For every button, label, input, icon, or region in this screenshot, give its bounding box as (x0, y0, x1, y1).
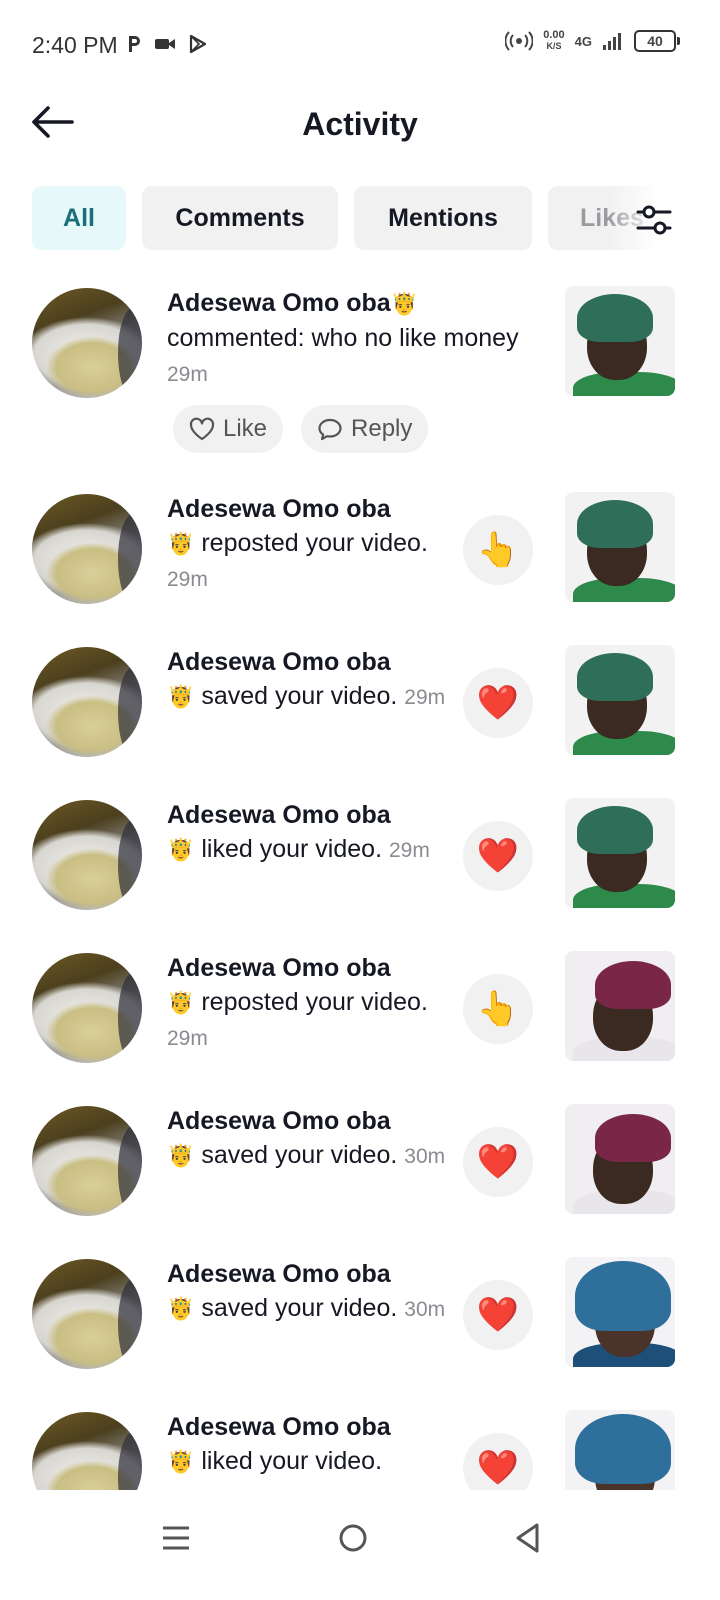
avatar[interactable] (32, 1106, 142, 1216)
status-time: 2:40 PM (32, 32, 118, 58)
signal-icon (603, 33, 621, 50)
heart-icon: ❤️ (463, 1127, 533, 1197)
list-item[interactable]: Adesewa Omo oba 🤴 saved your video. 30m ❤️ (0, 1253, 720, 1406)
list-item[interactable]: Adesewa Omo oba 🤴 liked your video. 29m ❤️ (0, 794, 720, 947)
avatar[interactable] (32, 494, 142, 604)
crown-emoji: 🤴 (167, 1143, 195, 1168)
activity-text: liked your video. (201, 835, 383, 863)
activity-text: saved your video. (201, 682, 398, 710)
activity-text: reposted your video. (201, 988, 428, 1016)
net-speed: 0.00 K/S (543, 29, 565, 52)
activity-time: 30m (404, 1298, 446, 1321)
tab-comments[interactable]: Comments (142, 186, 338, 250)
repost-hand-icon: 👆 (463, 974, 533, 1044)
activity-text: liked your video. (201, 1447, 383, 1475)
video-thumbnail[interactable] (565, 1257, 675, 1367)
heart-icon: ❤️ (463, 668, 533, 738)
crown-emoji: 🤴 (167, 990, 195, 1015)
tab-mentions[interactable]: Mentions (354, 186, 532, 250)
username[interactable]: Adesewa Omo oba (167, 645, 457, 679)
play-store-icon (189, 34, 207, 54)
hotspot-icon (505, 31, 534, 51)
heart-outline-icon (189, 417, 215, 441)
avatar[interactable] (32, 800, 142, 910)
network-type: 4G (574, 33, 592, 49)
activity-list: Adesewa Omo oba🤴 commented: who no like … (0, 282, 720, 1490)
sliders-icon (636, 205, 672, 235)
username[interactable]: Adesewa Omo oba (167, 798, 457, 832)
crown-emoji: 🤴 (167, 684, 195, 709)
activity-time: 29m (167, 568, 208, 591)
system-nav-bar (0, 1490, 720, 1600)
activity-time: 29m (167, 1027, 208, 1050)
heart-icon: ❤️ (463, 1280, 533, 1350)
list-item[interactable]: Adesewa Omo oba 🤴 liked your video. ❤️ (0, 1406, 720, 1490)
avatar[interactable] (32, 288, 142, 398)
username[interactable]: Adesewa Omo oba (167, 1104, 457, 1138)
header: Activity (0, 92, 720, 156)
home-button[interactable] (325, 1510, 381, 1566)
activity-time: 29m (404, 686, 446, 709)
filter-button[interactable] (634, 200, 674, 240)
username[interactable]: Adesewa Omo oba (167, 1410, 457, 1444)
crown-emoji: 🤴 (390, 291, 419, 316)
username[interactable]: Adesewa Omo oba (167, 1257, 457, 1291)
video-thumbnail[interactable] (565, 1104, 675, 1214)
recent-apps-button[interactable] (148, 1510, 204, 1566)
activity-items: Adesewa Omo oba 🤴 reposted your video. 29… (0, 488, 720, 1490)
filter-tabs: All Comments Mentions Likes (0, 186, 720, 252)
activity-time: 29m (167, 363, 208, 386)
video-thumbnail[interactable] (565, 492, 675, 602)
username[interactable]: Adesewa Omo oba (167, 492, 457, 526)
avatar[interactable] (32, 953, 142, 1063)
tab-all[interactable]: All (32, 186, 126, 250)
page-title: Activity (302, 106, 418, 142)
parking-icon (129, 36, 140, 52)
video-thumbnail[interactable] (565, 1410, 675, 1490)
avatar[interactable] (32, 1412, 142, 1490)
video-thumbnail[interactable] (565, 286, 675, 396)
avatar[interactable] (32, 647, 142, 757)
repost-hand-icon: 👆 (463, 515, 533, 585)
speech-bubble-icon (318, 418, 342, 441)
menu-icon (163, 1526, 189, 1550)
reply-button[interactable]: Reply (301, 405, 429, 453)
status-bar: 2:40 PM 0.00 K/S 4G 40 (0, 0, 720, 92)
battery-icon: 40 (634, 30, 680, 52)
activity-text: commented: who no like money (167, 324, 519, 352)
crown-emoji: 🤴 (167, 531, 195, 556)
activity-text: reposted your video. (201, 529, 428, 557)
crown-emoji: 🤴 (167, 1449, 195, 1474)
heart-icon: ❤️ (463, 1433, 533, 1490)
crown-emoji: 🤴 (167, 1296, 195, 1321)
video-camera-icon (155, 39, 175, 49)
video-thumbnail[interactable] (565, 798, 675, 908)
list-item[interactable]: Adesewa Omo oba🤴 commented: who no like … (0, 282, 720, 488)
list-item[interactable]: Adesewa Omo oba 🤴 reposted your video. 29… (0, 947, 720, 1100)
system-back-button[interactable] (500, 1510, 556, 1566)
list-item[interactable]: Adesewa Omo oba 🤴 reposted your video. 29… (0, 488, 720, 641)
heart-icon: ❤️ (463, 821, 533, 891)
activity-time: 30m (404, 1145, 446, 1168)
activity-time: 29m (388, 839, 430, 862)
home-circle-icon (339, 1524, 367, 1552)
list-item[interactable]: Adesewa Omo oba 🤴 saved your video. 29m ❤️ (0, 641, 720, 794)
crown-emoji: 🤴 (167, 837, 195, 862)
username[interactable]: Adesewa Omo oba🤴 (167, 286, 527, 321)
video-thumbnail[interactable] (565, 645, 675, 755)
back-triangle-icon (516, 1523, 539, 1553)
activity-text: saved your video. (201, 1141, 398, 1169)
username[interactable]: Adesewa Omo oba (167, 951, 457, 985)
list-item[interactable]: Adesewa Omo oba 🤴 saved your video. 30m ❤️ (0, 1100, 720, 1253)
like-button[interactable]: Like (173, 405, 284, 453)
avatar[interactable] (32, 1259, 142, 1369)
activity-text: saved your video. (201, 1294, 398, 1322)
video-thumbnail[interactable] (565, 951, 675, 1061)
